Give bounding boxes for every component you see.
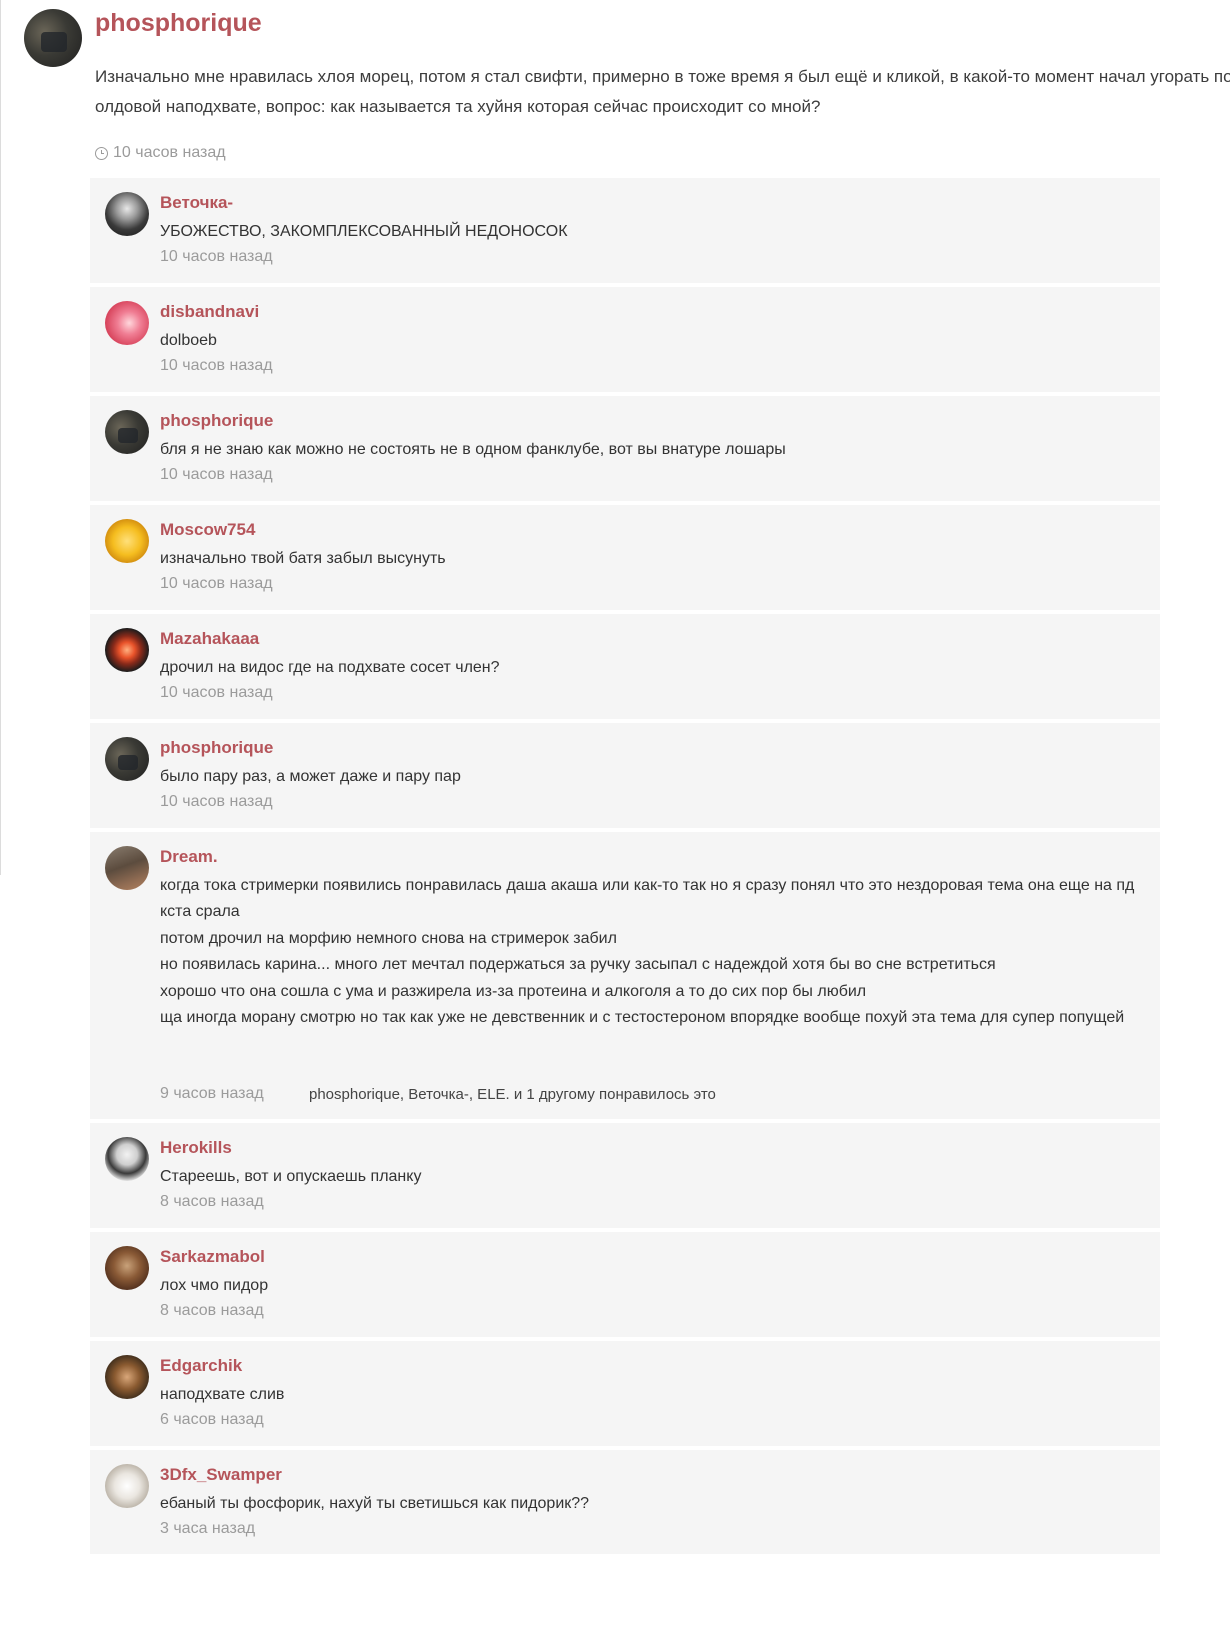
comment-author[interactable]: phosphorique	[160, 738, 273, 758]
avatar[interactable]	[105, 1464, 149, 1508]
comment-time: 6 часов назад	[160, 1411, 264, 1428]
avatar[interactable]	[105, 519, 149, 563]
avatar[interactable]	[105, 1355, 149, 1399]
avatar[interactable]	[24, 9, 82, 67]
comment: phosphorique было пару раз, а может даже…	[90, 723, 1160, 832]
comment-text: изначально твой батя забыл высунуть	[160, 550, 446, 567]
comment-text: dolboeb	[160, 332, 217, 349]
comment-list: Веточка- УБОЖЕСТВО, ЗАКОМПЛЕКСОВАННЫЙ НЕ…	[90, 178, 1160, 1558]
comment: Sarkazmabol лох чмо пидор 8 часов назад	[90, 1232, 1160, 1341]
post-text: Изначально мне нравилась хлоя морец, пот…	[95, 67, 1230, 116]
comment: phosphorique бля я не знаю как можно не …	[90, 396, 1160, 505]
comment: Edgarchik наподхвате слив 6 часов назад	[90, 1341, 1160, 1450]
comment-author[interactable]: Веточка-	[160, 193, 233, 213]
comment-line: ща иногда морану смотрю но так как уже н…	[160, 1009, 1125, 1027]
comment-time: 10 часов назад	[160, 248, 273, 265]
comment-time: 10 часов назад	[160, 357, 273, 374]
comment: Веточка- УБОЖЕСТВО, ЗАКОМПЛЕКСОВАННЫЙ НЕ…	[90, 178, 1160, 287]
comment-author[interactable]: Dream.	[160, 847, 218, 867]
avatar[interactable]	[105, 1137, 149, 1181]
likes-summary[interactable]: phosphorique, Веточка-, ELE. и 1 другому…	[309, 1086, 716, 1103]
avatar[interactable]	[105, 410, 149, 454]
comment-author[interactable]: Sarkazmabol	[160, 1247, 265, 1267]
post-time-text: 10 часов назад	[113, 144, 226, 161]
comment-time: 10 часов назад	[160, 684, 273, 701]
comment-text: дрочил на видос где на подхвате сосет чл…	[160, 659, 500, 676]
comment-line: когда тока стримерки появились понравила…	[160, 877, 1135, 921]
comment-text: Стареешь, вот и опускаешь планку	[160, 1168, 422, 1185]
comment-author[interactable]: phosphorique	[160, 411, 273, 431]
left-divider	[0, 0, 1, 875]
comment: Dream. когда тока стримерки появились по…	[90, 832, 1160, 1123]
comment-time: 10 часов назад	[160, 466, 273, 483]
comment: Moscow754 изначально твой батя забыл выс…	[90, 505, 1160, 614]
comment-text: когда тока стримерки появились понравила…	[160, 873, 1150, 1031]
avatar[interactable]	[105, 1246, 149, 1290]
comment-author[interactable]: Moscow754	[160, 520, 255, 540]
comment-text: бля я не знаю как можно не состоять не в…	[160, 441, 786, 458]
comment-time: 8 часов назад	[160, 1193, 264, 1210]
comment-time: 9 часов назад	[160, 1085, 264, 1102]
comment-author[interactable]: Edgarchik	[160, 1356, 242, 1376]
comment-time: 10 часов назад	[160, 793, 273, 810]
post-author[interactable]: phosphorique	[95, 9, 262, 38]
comment-text: было пару раз, а может даже и пару пар	[160, 768, 461, 785]
comment-text: УБОЖЕСТВО, ЗАКОМПЛЕКСОВАННЫЙ НЕДОНОСОК	[160, 223, 568, 240]
comment-text: наподхвате слив	[160, 1386, 285, 1403]
avatar[interactable]	[105, 846, 149, 890]
avatar[interactable]	[105, 192, 149, 236]
comment-author[interactable]: Mazahakaaa	[160, 629, 259, 649]
comment-line: хорошо что она сошла с ума и разжирела и…	[160, 982, 867, 1000]
avatar[interactable]	[105, 301, 149, 345]
comment-line: потом дрочил на морфию немного снова на …	[160, 929, 617, 947]
comment-time: 8 часов назад	[160, 1302, 264, 1319]
post-timestamp: 10 часов назад	[95, 144, 226, 162]
comment-time: 3 часа назад	[160, 1520, 256, 1537]
comment-text: ебаный ты фосфорик, нахуй ты светишься к…	[160, 1495, 590, 1512]
avatar[interactable]	[105, 628, 149, 672]
comment: Mazahakaaa дрочил на видос где на подхва…	[90, 614, 1160, 723]
comment: 3Dfx_Swamper ебаный ты фосфорик, нахуй т…	[90, 1450, 1160, 1558]
comment-line: но появилась карина... много лет мечтал …	[160, 956, 996, 974]
comment-time: 10 часов назад	[160, 575, 273, 592]
comment-text: лох чмо пидор	[160, 1277, 269, 1294]
clock-icon	[95, 146, 108, 160]
comment: disbandnavi dolboeb 10 часов назад	[90, 287, 1160, 396]
avatar[interactable]	[105, 737, 149, 781]
comment: Herokills Стареешь, вот и опускаешь план…	[90, 1123, 1160, 1232]
comment-author[interactable]: disbandnavi	[160, 302, 259, 322]
comment-author[interactable]: Herokills	[160, 1138, 232, 1158]
comment-author[interactable]: 3Dfx_Swamper	[160, 1465, 282, 1485]
